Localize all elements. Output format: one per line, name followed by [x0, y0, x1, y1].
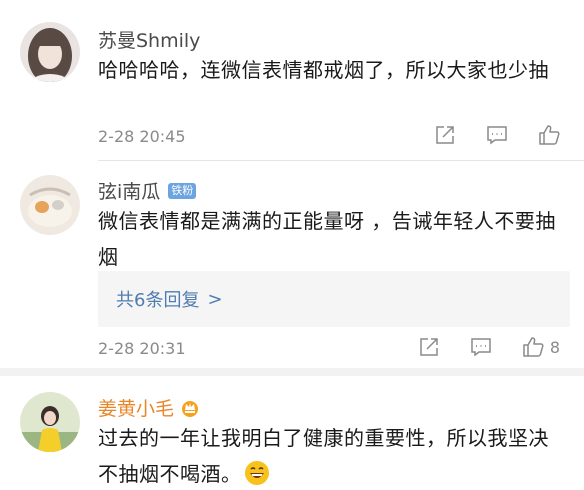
comment-text-label: 过去的一年让我明白了健康的重要性，所以我坚决不抽烟不喝酒。	[98, 426, 549, 486]
comment-list: 苏曼Shmily 哈哈哈哈，连微信表情都戒烟了，所以大家也少抽 2-28 20:…	[0, 0, 584, 490]
comment-item: 苏曼Shmily 哈哈哈哈，连微信表情都戒烟了，所以大家也少抽 2-28 20:…	[0, 0, 584, 160]
comment-text: 微信表情都是满满的正能量呀 ，告诫年轻人不要抽烟	[98, 203, 568, 275]
comment-text: 过去的一年让我明白了健康的重要性，所以我坚决不抽烟不喝酒。	[98, 420, 568, 490]
avatar[interactable]	[20, 392, 80, 452]
action-bar	[404, 124, 560, 146]
like-icon	[539, 125, 560, 145]
comment-button[interactable]	[486, 124, 508, 146]
username-label: 弦i南瓜	[98, 181, 161, 203]
comment-text-label: 哈哈哈哈，连微信表情都戒烟了，所以大家也少抽	[98, 58, 549, 82]
comment-text-label: 微信表情都是满满的正能量呀 ，告诫年轻人不要抽烟	[98, 209, 556, 269]
username[interactable]: 姜黄小毛	[98, 394, 200, 421]
chevron-right-icon: >	[207, 288, 223, 310]
comment-button[interactable]	[470, 336, 492, 358]
fan-badge: 铁粉	[168, 182, 197, 199]
comment-icon	[471, 338, 491, 357]
share-button[interactable]	[418, 336, 440, 358]
share-icon	[420, 338, 438, 356]
comment-item: 姜黄小毛 过去的一年让我明白了健康的重要性，所以我坚决不抽烟不喝酒。	[0, 376, 584, 490]
username-label: 苏曼Shmily	[98, 30, 201, 52]
like-count: 8	[549, 337, 560, 357]
username[interactable]: 苏曼Shmily	[98, 26, 200, 53]
replies-label: 共6条回复	[116, 290, 200, 311]
like-icon	[523, 337, 544, 357]
like-button[interactable]: 8	[522, 336, 560, 358]
view-replies-button[interactable]: 共6条回复 >	[98, 271, 570, 327]
crown-badge-icon	[182, 400, 199, 417]
like-button[interactable]	[538, 124, 560, 146]
share-button[interactable]	[434, 124, 456, 146]
timestamp: 2-28 20:45	[98, 127, 186, 146]
action-bar: 8	[388, 336, 560, 358]
avatar[interactable]	[20, 175, 80, 235]
section-divider	[0, 368, 584, 376]
grin-emoji-icon	[244, 461, 269, 485]
comment-icon	[487, 126, 507, 145]
avatar[interactable]	[20, 22, 80, 82]
share-icon	[436, 126, 454, 144]
username-label: 姜黄小毛	[98, 398, 175, 420]
comment-item: 弦i南瓜 铁粉 微信表情都是满满的正能量呀 ，告诫年轻人不要抽烟 共6条回复 >…	[0, 161, 584, 359]
timestamp: 2-28 20:31	[98, 339, 186, 358]
comment-text: 哈哈哈哈，连微信表情都戒烟了，所以大家也少抽	[98, 52, 568, 88]
username[interactable]: 弦i南瓜 铁粉	[98, 177, 197, 204]
